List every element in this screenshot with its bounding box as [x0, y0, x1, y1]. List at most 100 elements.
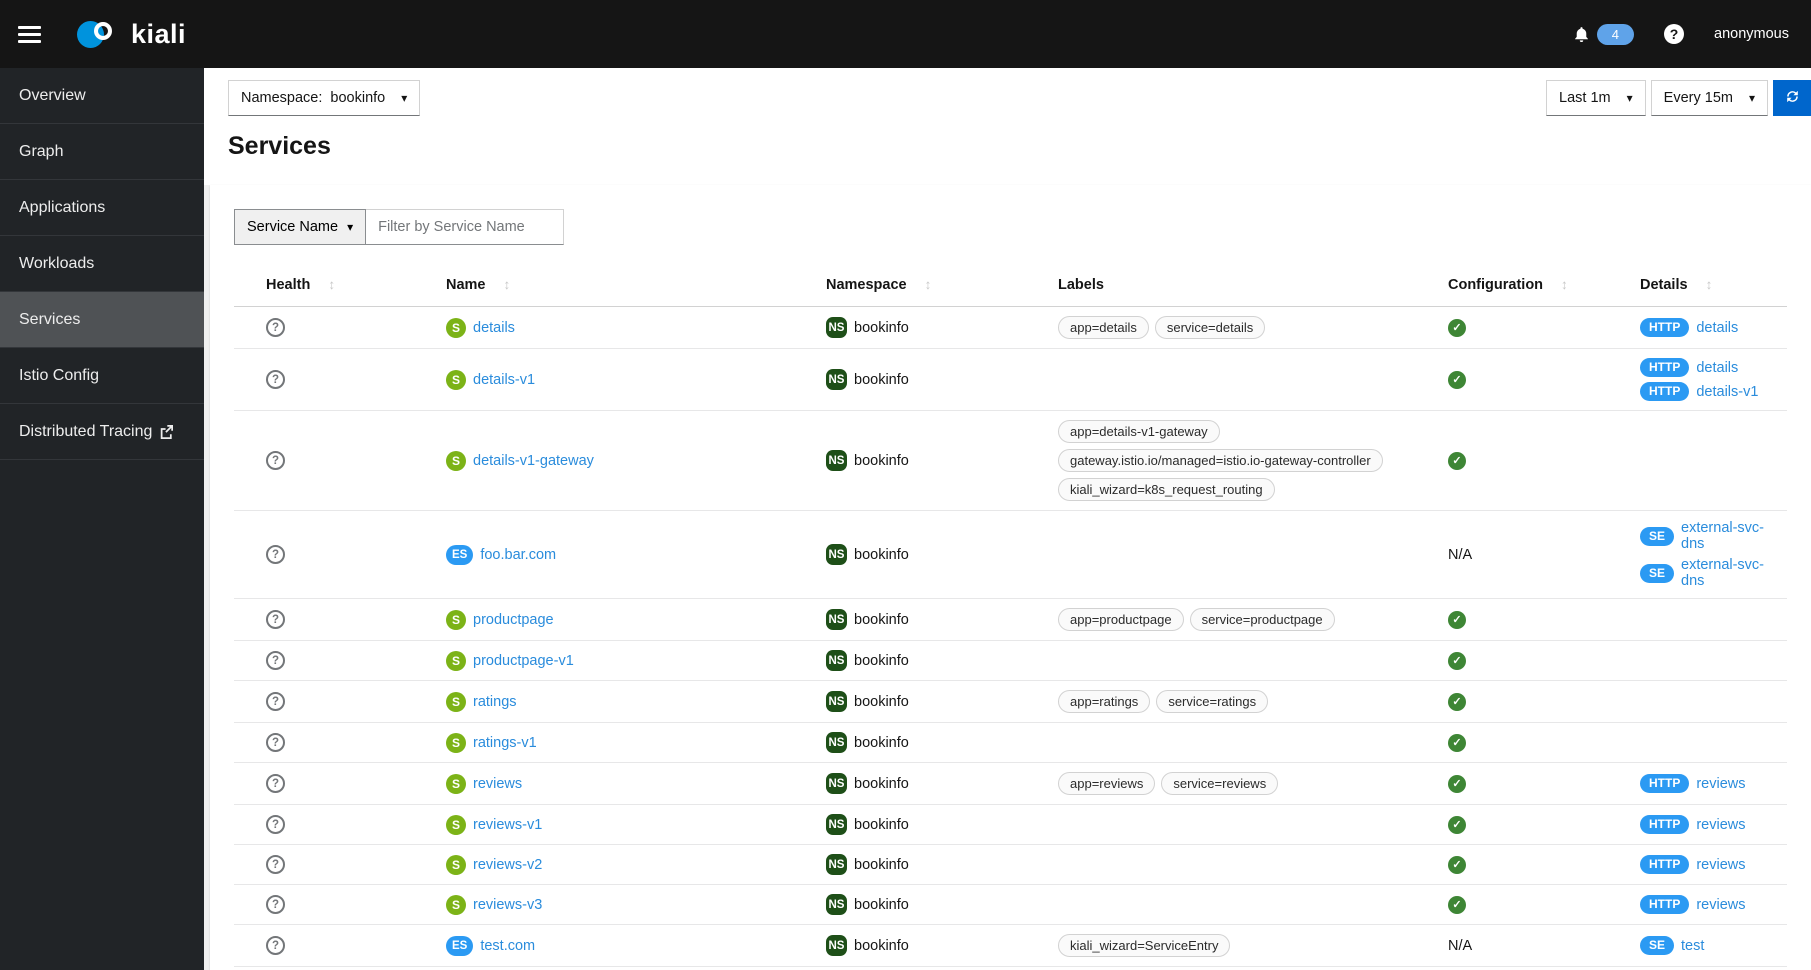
column-header-health[interactable]: Health ↕ — [234, 263, 438, 307]
service-link[interactable]: details — [473, 320, 515, 336]
health-unknown-icon: ? — [266, 692, 285, 711]
detail-line: HTTP reviews — [1640, 774, 1779, 793]
kiali-logo[interactable]: kiali — [77, 19, 186, 50]
refresh-button[interactable] — [1773, 80, 1811, 116]
sidebar-item-label: Applications — [19, 198, 106, 216]
namespace: NS bookinfo — [826, 691, 1042, 712]
help-icon[interactable]: ? — [1664, 24, 1685, 44]
label-chip: service=ratings — [1156, 690, 1269, 713]
notification-count-badge: 4 — [1596, 23, 1635, 45]
namespace-label: Namespace: — [241, 90, 323, 106]
namespace-name: bookinfo — [854, 371, 909, 388]
valid-config-icon: ✓ — [1448, 733, 1466, 752]
sidebar-item-services[interactable]: Services — [0, 292, 204, 348]
cell-details — [1618, 598, 1787, 641]
detail-link[interactable]: details — [1696, 360, 1738, 376]
detail-links: HTTP details — [1640, 318, 1779, 337]
filter-input[interactable] — [366, 209, 565, 245]
service-name: Sreviews — [446, 773, 810, 794]
cell-namespace: NS bookinfo — [818, 306, 1050, 349]
service-link[interactable]: productpage — [473, 612, 554, 628]
namespace-name: bookinfo — [854, 693, 909, 710]
service-link[interactable]: ratings — [473, 694, 517, 710]
health-unknown-icon: ? — [266, 451, 285, 470]
label-chip: kiali_wizard=ServiceEntry — [1058, 934, 1231, 957]
cell-configuration: ✓ — [1422, 680, 1618, 723]
detail-link[interactable]: reviews — [1696, 857, 1745, 873]
sidebar-item-istio-config[interactable]: Istio Config — [0, 348, 204, 404]
namespace-icon: NS — [826, 935, 847, 956]
namespace: NS bookinfo — [826, 854, 1042, 875]
detail-link[interactable]: details — [1696, 320, 1738, 336]
cell-name: Sproductpage — [438, 598, 818, 641]
service-icon: S — [446, 369, 466, 390]
valid-config-icon: ✓ — [1448, 318, 1466, 337]
cell-configuration: ✓ — [1422, 884, 1618, 925]
cell-configuration: ✓ — [1422, 722, 1618, 763]
username[interactable]: anonymous — [1714, 26, 1789, 42]
notifications[interactable]: 4 — [1573, 23, 1635, 45]
service-link[interactable]: reviews-v3 — [473, 897, 542, 913]
service-link[interactable]: ratings-v1 — [473, 735, 537, 751]
detail-link[interactable]: details-v1 — [1696, 384, 1758, 400]
cell-labels — [1050, 804, 1422, 845]
sidebar-item-overview[interactable]: Overview — [0, 68, 204, 124]
sidebar-item-distributed-tracing[interactable]: Distributed Tracing — [0, 404, 204, 460]
service-link[interactable]: details-v1-gateway — [473, 453, 594, 469]
service-link[interactable]: reviews — [473, 776, 522, 792]
service-link[interactable]: details-v1 — [473, 372, 535, 388]
service-link[interactable]: reviews-v2 — [473, 857, 542, 873]
namespace-select[interactable]: Namespace: bookinfo ▾ — [228, 80, 421, 116]
sidebar-item-label: Graph — [19, 142, 64, 160]
namespace-icon: NS — [826, 894, 847, 915]
detail-link[interactable]: external-svc-dns — [1681, 557, 1779, 589]
service-link[interactable]: reviews-v1 — [473, 817, 542, 833]
service-entry-badge: SE — [1640, 936, 1675, 955]
detail-link[interactable]: test — [1681, 938, 1704, 954]
cell-name: Sreviews — [438, 762, 818, 805]
sidebar-item-graph[interactable]: Graph — [0, 124, 204, 180]
service-name: Sreviews-v1 — [446, 814, 810, 835]
cell-details: SE test — [1618, 924, 1787, 967]
namespace-icon: NS — [826, 773, 847, 794]
external-link-icon — [159, 424, 174, 439]
namespace-value: bookinfo — [330, 90, 386, 106]
detail-links: HTTP reviews — [1640, 774, 1779, 793]
service-icon: S — [446, 609, 466, 630]
table-row: ? ES test.com NS bookinfo kiali_wizard=Servic… — [234, 924, 1787, 967]
detail-link[interactable]: reviews — [1696, 776, 1745, 792]
label-chip: service=productpage — [1189, 608, 1335, 631]
valid-config-icon: ✓ — [1448, 451, 1466, 470]
filter-type-button[interactable]: Service Name ▾ — [234, 209, 367, 245]
cell-details — [1618, 410, 1787, 511]
sidebar-item-workloads[interactable]: Workloads — [0, 236, 204, 292]
cell-namespace: NS bookinfo — [818, 598, 1050, 641]
table-row: ? Sdetails-v1 NS bookinfo ✓ HTTP details HTTP de… — [234, 348, 1787, 411]
sidebar-item-label: Services — [19, 310, 81, 328]
cell-health: ? — [234, 510, 438, 599]
label-chips: app=details-v1-gateway gateway.istio.io/m… — [1058, 420, 1414, 501]
sidebar-item-applications[interactable]: Applications — [0, 180, 204, 236]
detail-link[interactable]: reviews — [1696, 897, 1745, 913]
detail-link[interactable]: reviews — [1696, 817, 1745, 833]
column-header-namespace[interactable]: Namespace ↕ — [818, 263, 1050, 307]
table-row: ? Sreviews NS bookinfo app=reviews service=re… — [234, 762, 1787, 805]
cell-labels: app=reviews service=reviews — [1050, 762, 1422, 805]
detail-link[interactable]: external-svc-dns — [1681, 520, 1779, 552]
hamburger-menu-icon[interactable] — [18, 25, 41, 43]
namespace-icon: NS — [826, 691, 847, 712]
column-header-name[interactable]: Name ↕ — [438, 263, 818, 307]
service-name: ES foo.bar.com — [446, 544, 810, 565]
label-chips: app=reviews service=reviews — [1058, 772, 1414, 795]
filter-toolbar: Service Name ▾ — [234, 209, 1787, 245]
sort-icon: ↕ — [924, 277, 932, 292]
service-link[interactable]: productpage-v1 — [473, 653, 574, 669]
duration-select[interactable]: Last 1m ▾ — [1546, 80, 1646, 116]
column-header-configuration[interactable]: Configuration ↕ — [1422, 263, 1618, 307]
cell-health: ? — [234, 762, 438, 805]
cell-namespace: NS bookinfo — [818, 844, 1050, 885]
service-link[interactable]: foo.bar.com — [480, 547, 556, 563]
column-header-details[interactable]: Details ↕ — [1618, 263, 1787, 307]
service-link[interactable]: test.com — [480, 938, 535, 954]
refresh-interval-select[interactable]: Every 15m ▾ — [1650, 80, 1768, 116]
